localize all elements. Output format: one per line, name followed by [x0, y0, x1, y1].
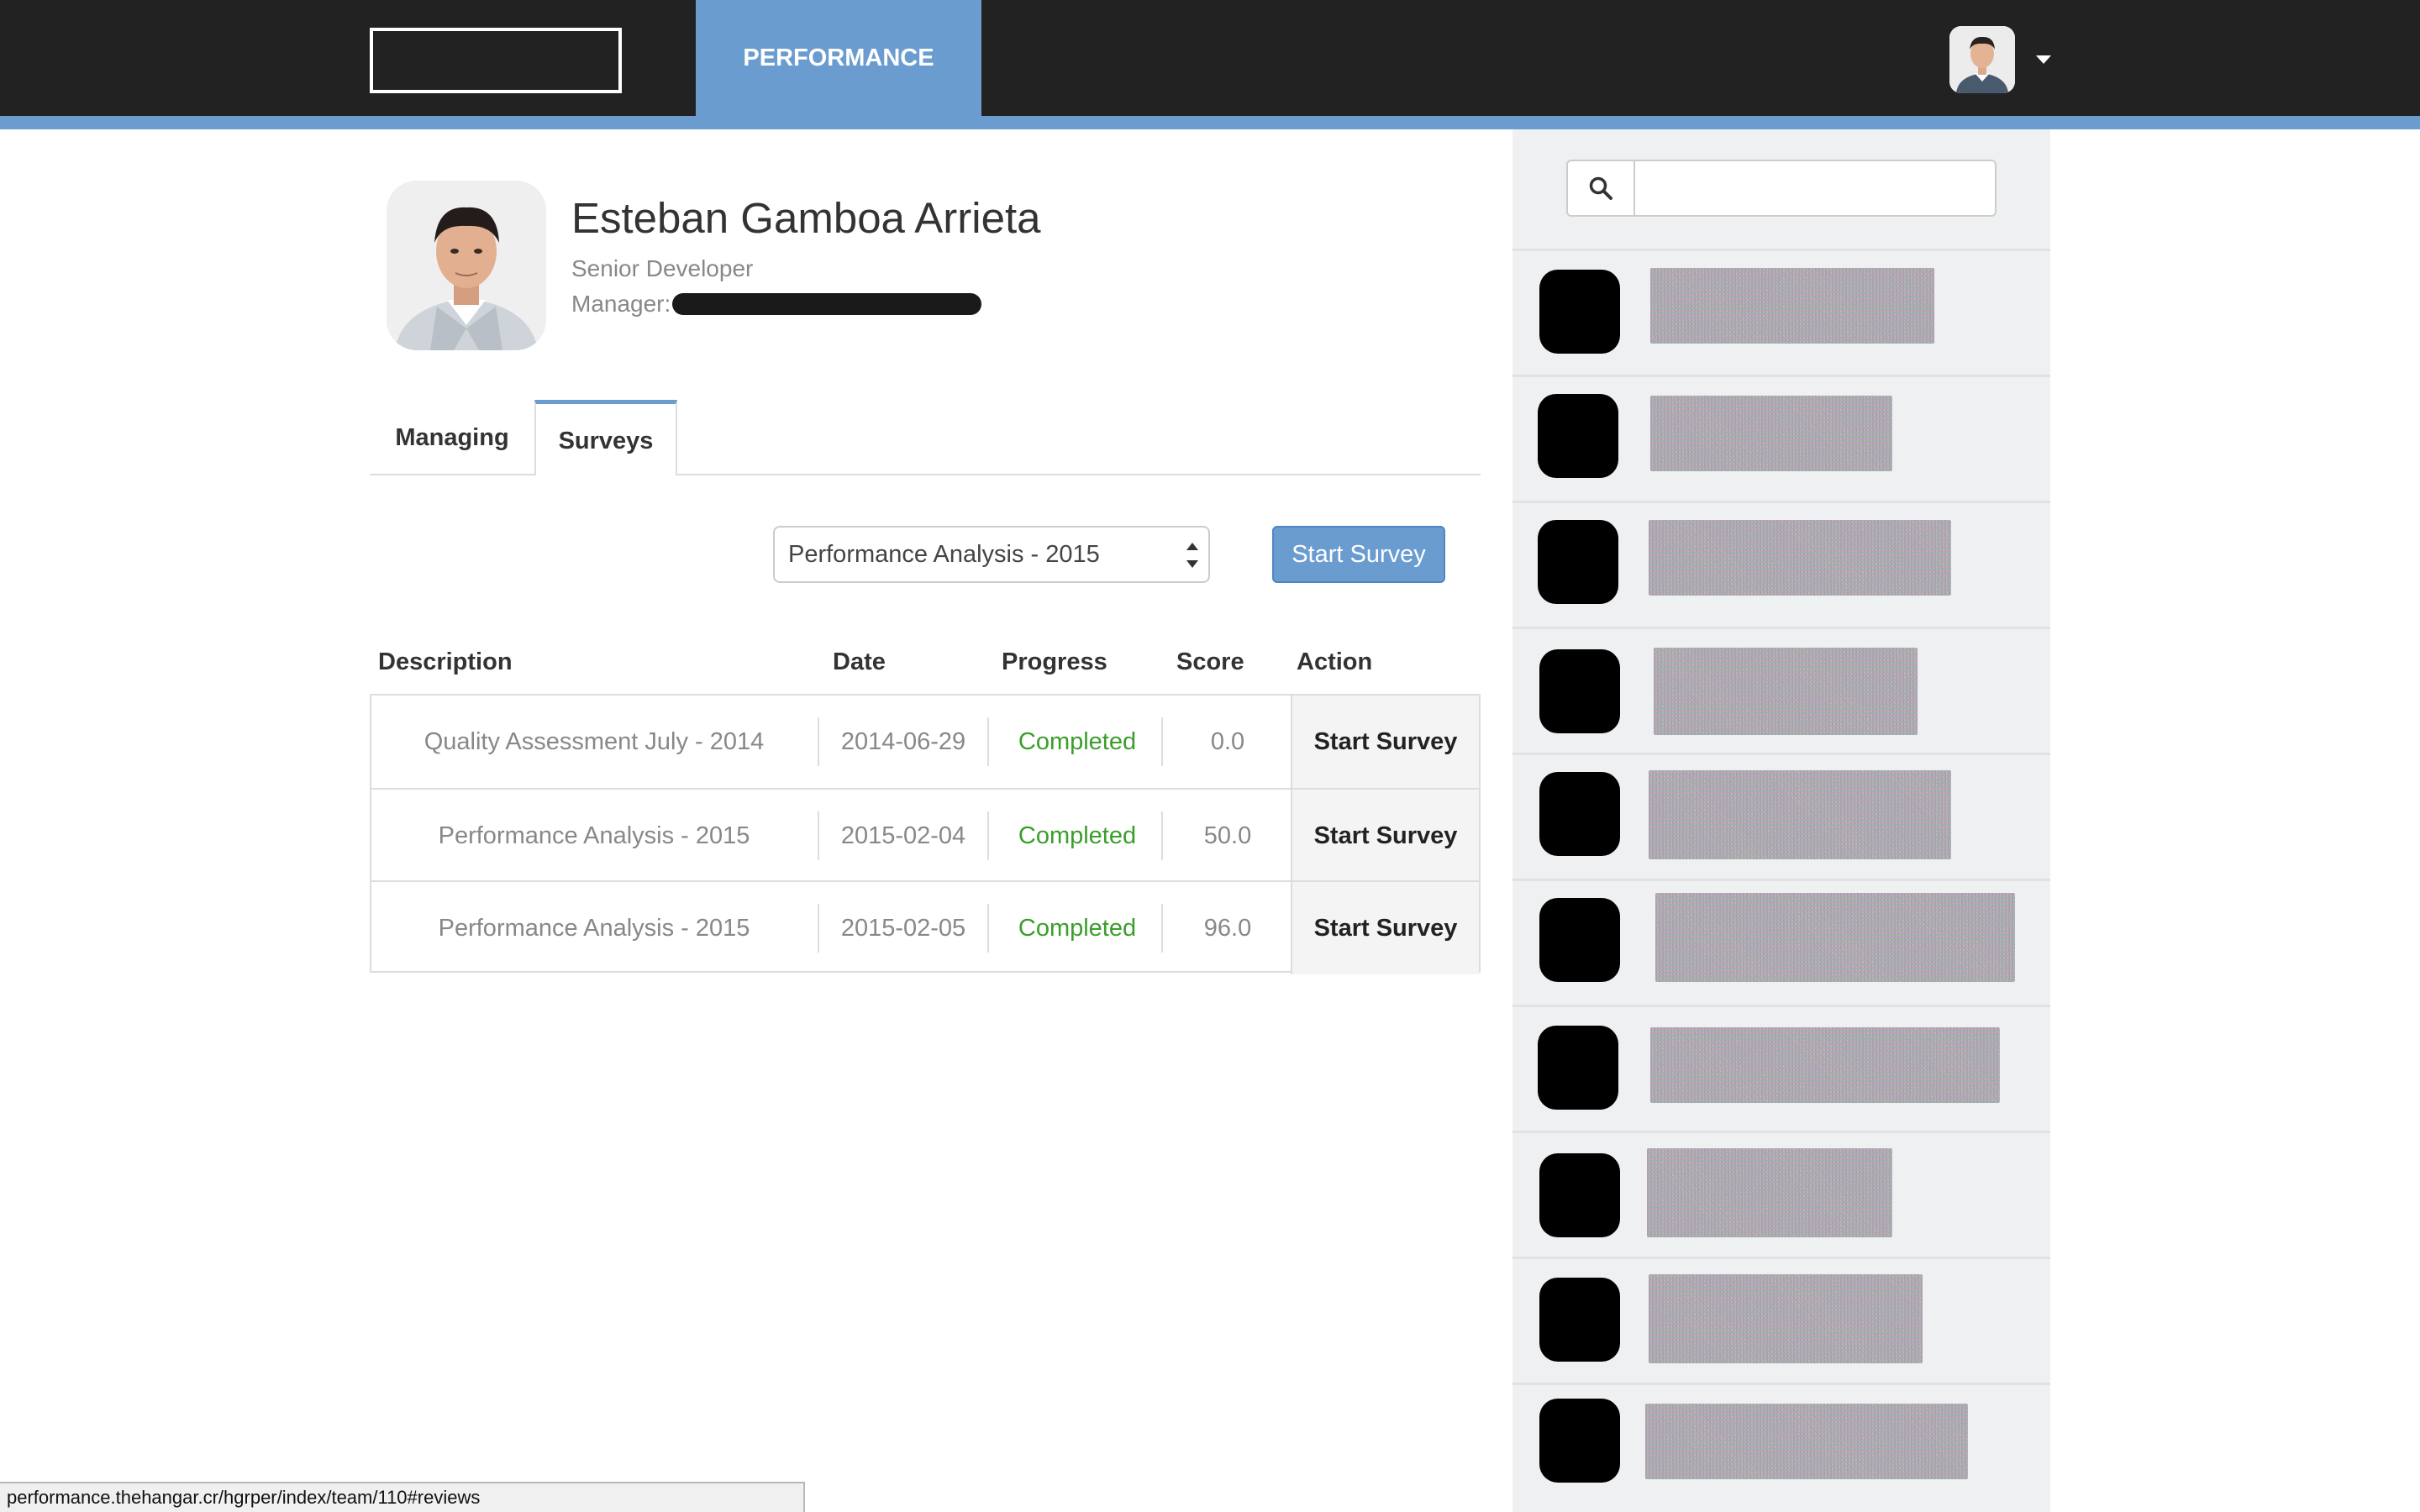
select-arrows-icon: [1186, 543, 1198, 568]
survey-progress: Completed: [1018, 822, 1137, 849]
member-name-redacted: [1647, 1148, 1892, 1237]
member-avatar: [1539, 270, 1620, 354]
survey-score: 50.0: [1203, 822, 1252, 849]
browser-status-bar: performance.thehangar.cr/hgrper/index/te…: [0, 1482, 805, 1512]
survey-date: 2015-02-05: [840, 914, 966, 942]
survey-description: Performance Analysis - 2015: [438, 822, 750, 849]
team-member-item[interactable]: [1512, 1005, 2050, 1131]
member-name-redacted: [1654, 648, 1918, 735]
member-avatar: [1539, 898, 1620, 982]
member-name-redacted: [1645, 1404, 1968, 1479]
survey-date: 2015-02-04: [840, 822, 966, 849]
member-name-redacted: [1650, 396, 1892, 471]
table-row: Quality Assessment July - 2014 2014-06-2…: [371, 696, 1479, 788]
member-avatar: [1538, 1026, 1618, 1110]
cell-divider: [987, 811, 989, 860]
survey-progress: Completed: [1018, 727, 1137, 755]
cell-divider: [987, 904, 989, 953]
brand-logo[interactable]: [370, 28, 622, 93]
member-avatar: [1539, 772, 1620, 856]
member-avatar: [1539, 1278, 1620, 1362]
member-name-redacted: [1655, 893, 2015, 982]
team-member-item[interactable]: [1512, 753, 2050, 879]
team-member-item[interactable]: [1512, 1131, 2050, 1257]
search-input[interactable]: [1635, 161, 1993, 215]
profile-manager: Manager:: [571, 291, 982, 318]
top-navbar: [0, 0, 2420, 116]
search-icon: [1589, 176, 1612, 200]
team-member-item[interactable]: [1512, 375, 2050, 501]
member-name-redacted: [1649, 770, 1951, 859]
cell-divider: [1161, 811, 1163, 860]
survey-select-value: Performance Analysis - 2015: [788, 540, 1100, 568]
row-start-survey-button[interactable]: Start Survey: [1291, 696, 1479, 788]
member-avatar: [1538, 394, 1618, 478]
cell-divider: [1161, 904, 1163, 953]
member-name-redacted: [1649, 520, 1951, 596]
survey-date: 2014-06-29: [840, 727, 966, 755]
profile-photo-image: [387, 181, 546, 350]
team-sidebar: [1512, 129, 2050, 1512]
team-member-item[interactable]: [1512, 627, 2050, 753]
profile-name: Esteban Gamboa Arrieta: [571, 194, 1041, 242]
survey-description: Quality Assessment July - 2014: [424, 727, 765, 755]
column-header-score: Score: [1176, 648, 1244, 675]
member-avatar: [1539, 1399, 1620, 1483]
team-member-item[interactable]: [1512, 879, 2050, 1005]
member-avatar: [1539, 1153, 1620, 1237]
tab-surveys[interactable]: Surveys: [534, 400, 677, 475]
cell-divider: [987, 717, 989, 766]
table-row: Performance Analysis - 2015 2015-02-05 C…: [371, 880, 1479, 974]
nav-tab-performance[interactable]: PERFORMANCE: [696, 0, 981, 129]
member-avatar: [1538, 520, 1618, 604]
survey-description: Performance Analysis - 2015: [438, 914, 750, 942]
search-button[interactable]: [1568, 161, 1635, 215]
cell-divider: [1161, 717, 1163, 766]
manager-label: Manager:: [571, 291, 671, 317]
survey-score: 96.0: [1203, 914, 1252, 942]
member-name-redacted: [1650, 1027, 2000, 1103]
member-name-redacted: [1649, 1274, 1923, 1363]
team-member-item[interactable]: [1512, 249, 2050, 375]
user-avatar-image: [1949, 26, 2015, 93]
survey-score: 0.0: [1210, 727, 1245, 755]
user-avatar[interactable]: [1949, 26, 2015, 93]
column-header-action: Action: [1297, 648, 1373, 675]
survey-select[interactable]: Performance Analysis - 2015: [773, 526, 1210, 583]
member-name-redacted: [1650, 268, 1934, 344]
sidebar-search: [1566, 160, 1996, 217]
tab-managing[interactable]: Managing: [370, 402, 534, 474]
team-member-item[interactable]: [1512, 1257, 2050, 1383]
surveys-table: Quality Assessment July - 2014 2014-06-2…: [370, 694, 1481, 974]
row-start-survey-button[interactable]: Start Survey: [1291, 882, 1479, 974]
column-header-description: Description: [378, 648, 513, 675]
table-row: Performance Analysis - 2015 2015-02-04 C…: [371, 788, 1479, 882]
team-member-item[interactable]: [1512, 501, 2050, 627]
row-start-survey-button[interactable]: Start Survey: [1291, 790, 1479, 882]
column-header-date: Date: [833, 648, 886, 675]
member-avatar: [1539, 649, 1620, 733]
start-survey-button[interactable]: Start Survey: [1272, 526, 1445, 583]
chevron-down-icon[interactable]: [2036, 55, 2051, 64]
column-header-progress: Progress: [1002, 648, 1107, 675]
profile-photo: [387, 181, 546, 350]
survey-progress: Completed: [1018, 914, 1137, 942]
manager-name-redacted: [672, 293, 982, 315]
navbar-accent-strip: [0, 116, 2420, 129]
team-member-item[interactable]: [1512, 1383, 2050, 1509]
profile-role: Senior Developer: [571, 255, 754, 281]
